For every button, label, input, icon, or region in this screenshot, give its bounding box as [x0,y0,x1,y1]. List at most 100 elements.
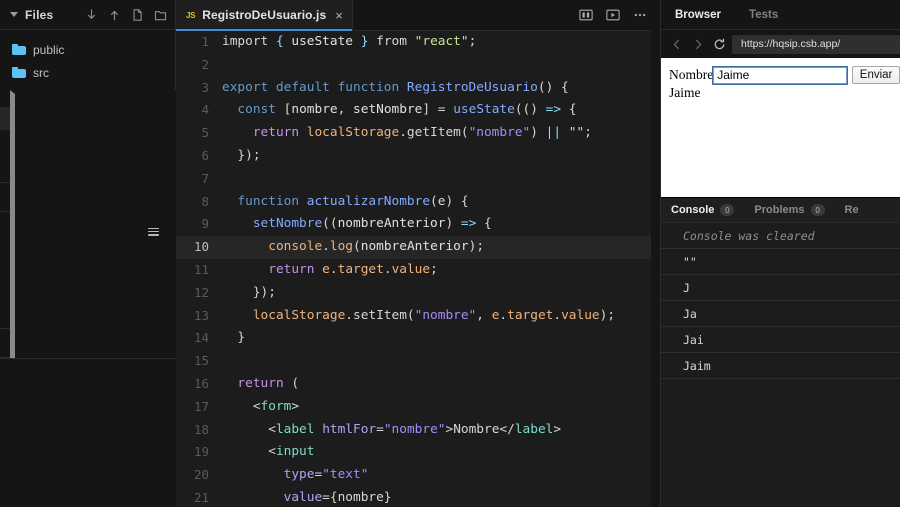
code-text: localStorage.setItem("nombre", e.target.… [252,307,616,323]
line-number: 6 [201,147,209,163]
preview-tab-browser[interactable]: Browser [661,0,735,30]
folder-icon [12,67,26,78]
file-row[interactable]: src [0,61,175,84]
preview-echo-text: Jaime [669,85,701,100]
code-line[interactable]: 14 } [176,327,660,350]
line-number: 7 [201,170,209,186]
code-text: export default function RegistroDeUsuari… [222,79,569,95]
code-line[interactable]: 19 <input [176,441,660,464]
console-entry: J [661,275,900,301]
code-text: <label htmlFor="nombre">Nombre</label> [222,421,562,437]
hamburger-icon [147,227,159,236]
preview-pane: Browser Tests https://hqsip.csb.app/ Nomb… [660,0,900,507]
line-number: 21 [193,489,209,505]
code-line[interactable]: 2 [176,54,660,77]
js-file-icon: JS [186,10,196,20]
code-line[interactable]: 18 <label htmlFor="nombre">Nombre</label… [176,419,660,442]
code-lines: 1 import { useState } from "react"; 2 3 expo… [176,31,660,507]
console-tab-problems[interactable]: Problems 0 [744,198,834,222]
split-pane-icon[interactable] [579,9,593,21]
console-entry: Ja [661,301,900,327]
line-number: 5 [201,125,209,141]
code-line[interactable]: 11 return e.target.value; [176,259,660,282]
folder-icon [12,44,26,55]
close-icon[interactable]: × [335,9,343,22]
code-text: }); [222,147,261,163]
chevron-left-icon[interactable] [669,36,685,52]
code-line[interactable]: 21 value={nombre} [176,487,660,507]
app-preview-frame[interactable]: Nombre Jaime Enviar Jaime [661,58,900,197]
code-line[interactable]: 12 }); [176,282,660,305]
line-number: 13 [193,307,209,323]
tab-label: RegistroDeUsuario.js [202,8,327,22]
line-number: 12 [193,284,209,300]
code-text: const [nombre, setNombre] = useState(() … [237,102,577,118]
console-tab-re[interactable]: Re [835,198,869,222]
code-line[interactable]: 13 localStorage.setItem("nombre", e.targ… [176,305,660,328]
code-line[interactable]: 10 console.log(nombreAnterior); [176,236,660,259]
editor-tabbar: JS RegistroDeUsuario.js × [176,0,660,31]
editor-splitter[interactable] [651,0,660,507]
console-entry: Jai [661,327,900,353]
sidebar: Files publicsrcJSApp.jsJSRegistroDeUsuar… [0,0,316,507]
nombre-input[interactable]: Jaime [712,65,849,85]
code-line[interactable]: 3 export default function RegistroDeUsuar… [176,77,660,100]
enviar-button[interactable]: Enviar [852,66,900,84]
tab-registrodeusuario[interactable]: JS RegistroDeUsuario.js × [176,0,353,31]
line-number: 14 [193,330,209,346]
more-options-icon[interactable] [633,9,647,21]
chevron-right-icon[interactable] [690,36,706,52]
line-number: 3 [201,79,209,95]
line-number: 10 [193,239,209,255]
file-row[interactable]: public [0,38,175,61]
code-text: value={nombre} [283,489,392,505]
line-number: 8 [201,193,209,209]
console-tab-console[interactable]: Console 0 [661,198,744,222]
code-area[interactable]: 1 import { useState } from "react"; 2 3 expo… [176,31,660,507]
url-input[interactable]: https://hqsip.csb.app/ [732,34,900,54]
files-header[interactable]: Files [0,0,175,30]
new-folder-icon[interactable] [154,8,167,22]
code-text: return ( [237,375,300,391]
sidebar-filler [0,358,175,507]
code-line[interactable]: 5 return localStorage.getItem("nombre") … [176,122,660,145]
code-line[interactable]: 20 type="text" [176,464,660,487]
code-text: setNombre((nombreAnterior) => { [252,216,492,232]
code-line[interactable]: 15 [176,350,660,373]
console-tab-badge: 0 [720,204,735,216]
new-file-icon[interactable] [131,8,144,22]
tabbar-spacer [353,0,579,30]
preview-tab-tests[interactable]: Tests [735,0,792,30]
upload-icon[interactable] [108,8,121,22]
code-text: <form> [222,398,300,414]
preview-pane-icon[interactable] [606,9,620,21]
code-line[interactable]: 9 setNombre((nombreAnterior) => { [176,213,660,236]
code-text: function actualizarNombre(e) { [237,193,469,209]
code-line[interactable]: 7 [176,168,660,191]
line-number: 15 [193,353,209,369]
console-tab-label: Re [844,204,859,216]
console-tab-label: Console [671,204,715,216]
line-number: 1 [201,34,209,49]
code-line[interactable]: 4 const [nombre, setNombre] = useState((… [176,99,660,122]
code-line[interactable]: 6 }); [176,145,660,168]
files-title: Files [25,7,54,22]
code-text: return localStorage.getItem("nombre") ||… [252,125,592,141]
console-entry: Jaim [661,353,900,379]
code-line[interactable]: 16 return ( [176,373,660,396]
preview-tabs: Browser Tests [661,0,900,30]
reload-icon[interactable] [711,36,727,52]
line-number: 19 [193,444,209,460]
download-icon[interactable] [85,8,98,22]
code-line[interactable]: 17 <form> [176,396,660,419]
chevron-down-icon[interactable] [10,12,18,17]
console-entry: Console was cleared [661,223,900,249]
code-line[interactable]: 1 import { useState } from "react"; [176,31,660,54]
file-name: public [33,42,65,57]
codesandbox-window: Files publicsrcJSApp.jsJSRegistroDeUsuar… [0,0,900,507]
code-text: type="text" [283,467,369,483]
external-resources-header[interactable]: External resources [0,89,316,507]
browser-urlbar: https://hqsip.csb.app/ [661,30,900,58]
code-line[interactable]: 8 function actualizarNombre(e) { [176,191,660,214]
console-output[interactable]: Console was cleared "" J Ja Jai Jaim [661,223,900,507]
